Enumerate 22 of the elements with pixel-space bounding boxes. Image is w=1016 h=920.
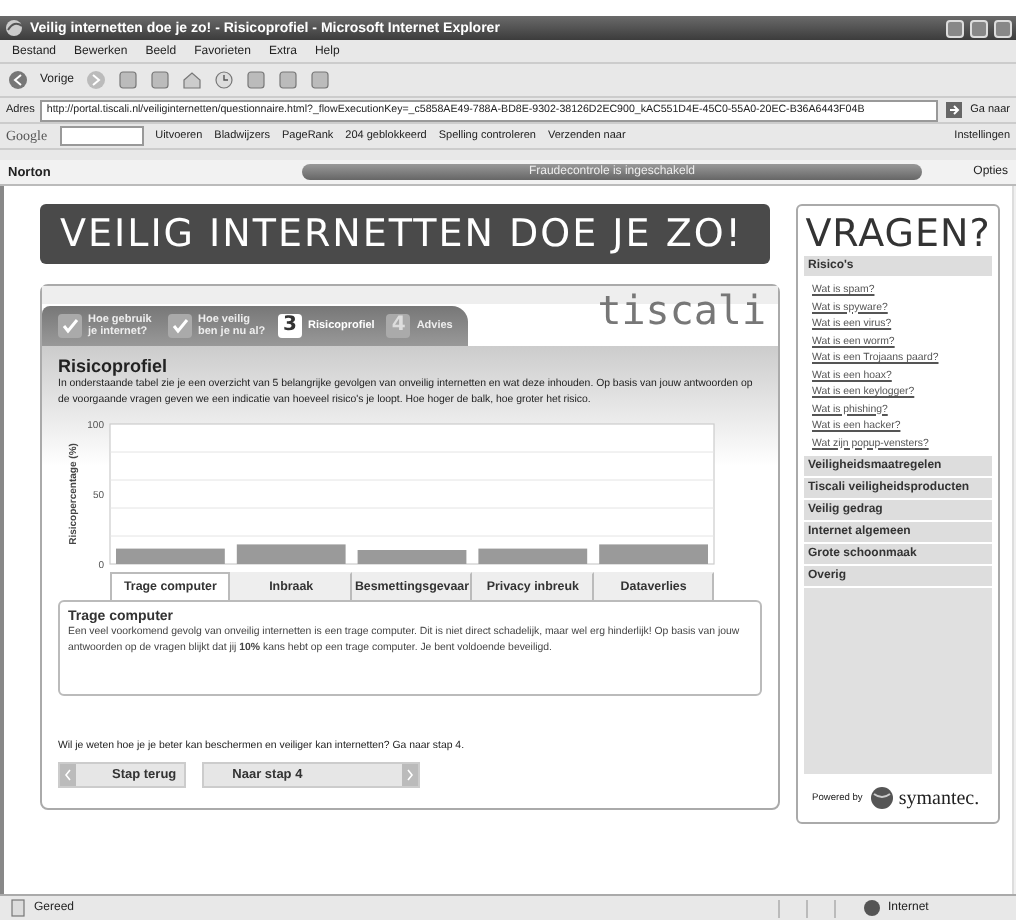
browser-icon: [4, 18, 24, 38]
page-banner: VEILIG INTERNETTEN DOE JE ZO!: [40, 204, 771, 264]
google-search-field[interactable]: [59, 126, 144, 146]
faq-title: VRAGEN?: [804, 212, 992, 256]
back-arrow-icon[interactable]: [8, 70, 28, 90]
home-icon[interactable]: [182, 70, 203, 90]
globe-icon: [862, 898, 882, 918]
partner-logo: symantec.: [898, 787, 980, 809]
brand-logo: tiscali: [597, 286, 768, 338]
maximize-button[interactable]: [970, 19, 988, 37]
section-heading: Risicoprofiel: [58, 356, 170, 376]
checkmark-icon: [168, 313, 192, 338]
left-chevron-icon: [60, 763, 76, 786]
history-icon[interactable]: [214, 70, 235, 90]
right-chevron-icon: [402, 763, 419, 786]
forward-arrow-icon[interactable]: [86, 70, 107, 90]
minimize-button[interactable]: [946, 19, 964, 37]
close-button[interactable]: [994, 19, 1012, 37]
checkmark-icon: [58, 313, 82, 338]
go-arrow-icon[interactable]: [944, 100, 965, 120]
step-number: 3: [278, 313, 302, 338]
risk-bar: [599, 543, 708, 564]
